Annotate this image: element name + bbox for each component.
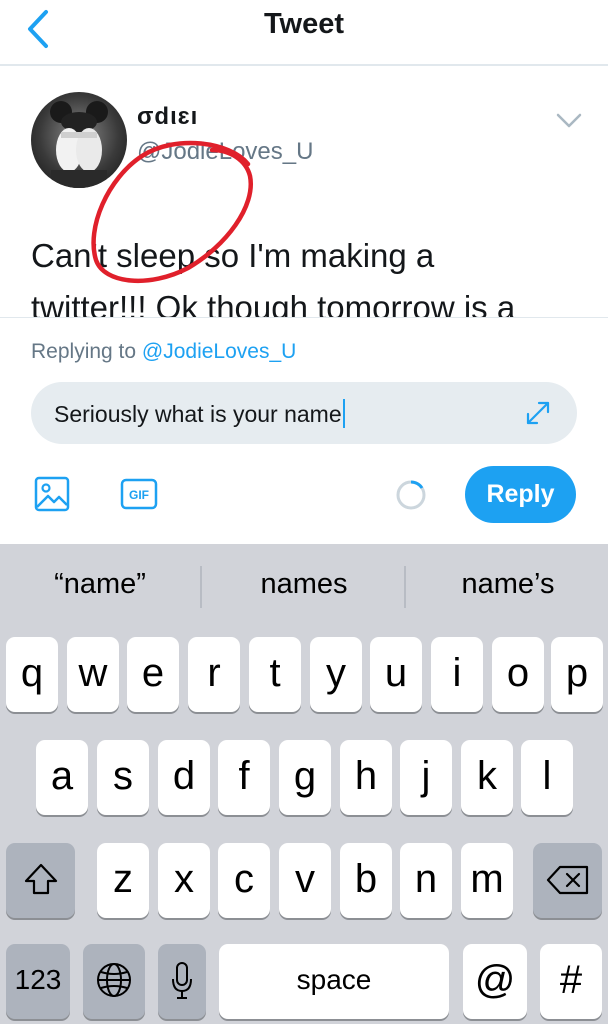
replying-to: Replying to @JodieLoves_U xyxy=(31,340,296,364)
user-handle[interactable]: @JodieLoves_U xyxy=(137,138,313,166)
key-j[interactable]: j xyxy=(400,740,452,815)
shift-key[interactable] xyxy=(6,843,75,918)
key-r[interactable]: r xyxy=(188,637,240,712)
globe-key[interactable] xyxy=(83,944,145,1019)
text-cursor xyxy=(342,399,345,428)
backspace-key[interactable] xyxy=(533,843,602,918)
replying-prefix: Replying to xyxy=(31,340,142,363)
key-y[interactable]: y xyxy=(310,637,362,712)
key-b[interactable]: b xyxy=(340,843,392,918)
key-q[interactable]: q xyxy=(6,637,58,712)
space-key[interactable]: space xyxy=(219,944,449,1019)
tweet-text-line: twitter!!! Ok though tomorrow is a xyxy=(31,289,516,318)
globe-icon xyxy=(97,963,131,997)
suggestion-item[interactable]: names xyxy=(204,568,404,601)
replying-handle[interactable]: @JodieLoves_U xyxy=(142,340,296,363)
key-k[interactable]: k xyxy=(461,740,513,815)
reply-input[interactable]: Seriously what is your name xyxy=(31,382,577,444)
reply-button[interactable]: Reply xyxy=(465,466,576,523)
key-t[interactable]: t xyxy=(249,637,301,712)
key-v[interactable]: v xyxy=(279,843,331,918)
key-i[interactable]: i xyxy=(431,637,483,712)
display-name[interactable]: σdιɛı xyxy=(137,103,198,131)
suggestion-divider xyxy=(404,566,406,608)
nav-bar: Tweet xyxy=(0,0,608,66)
gif-button[interactable]: GIF xyxy=(120,478,158,510)
original-tweet[interactable]: σdιɛı @JodieLoves_U Can't sleep so I'm m… xyxy=(0,68,608,318)
key-x[interactable]: x xyxy=(158,843,210,918)
page-title: Tweet xyxy=(263,8,345,40)
backspace-icon xyxy=(546,865,588,895)
key-f[interactable]: f xyxy=(218,740,270,815)
suggestion-item[interactable]: “name” xyxy=(0,568,200,601)
keyboard: “name” names name’s q w e r t y u i o p … xyxy=(0,544,608,1024)
microphone-icon xyxy=(172,962,192,999)
at-key[interactable]: @ xyxy=(463,944,527,1019)
key-o[interactable]: o xyxy=(492,637,544,712)
key-e[interactable]: e xyxy=(127,637,179,712)
key-p[interactable]: p xyxy=(551,637,603,712)
tweet-text: Can't sleep so I'm making a twitter!!! O… xyxy=(31,230,591,318)
key-z[interactable]: z xyxy=(97,843,149,918)
suggestion-divider xyxy=(200,566,202,608)
key-s[interactable]: s xyxy=(97,740,149,815)
key-m[interactable]: m xyxy=(461,843,513,918)
key-w[interactable]: w xyxy=(67,637,119,712)
key-d[interactable]: d xyxy=(158,740,210,815)
key-g[interactable]: g xyxy=(279,740,331,815)
expand-icon[interactable] xyxy=(523,398,553,428)
dictation-key[interactable] xyxy=(158,944,206,1019)
key-n[interactable]: n xyxy=(400,843,452,918)
key-l[interactable]: l xyxy=(521,740,573,815)
shift-icon xyxy=(24,863,57,895)
numbers-key[interactable]: 123 xyxy=(6,944,70,1019)
character-counter-icon xyxy=(396,480,426,510)
gif-icon-label: GIF xyxy=(129,488,149,502)
hash-key[interactable]: # xyxy=(540,944,602,1019)
key-h[interactable]: h xyxy=(340,740,392,815)
key-c[interactable]: c xyxy=(218,843,270,918)
predictive-bar: “name” names name’s xyxy=(0,544,608,629)
key-a[interactable]: a xyxy=(36,740,88,815)
avatar[interactable] xyxy=(31,92,127,188)
key-u[interactable]: u xyxy=(370,637,422,712)
suggestion-item[interactable]: name’s xyxy=(408,568,608,601)
chevron-down-icon[interactable] xyxy=(556,112,582,130)
image-icon[interactable] xyxy=(34,476,70,512)
reply-input-value: Seriously what is your name xyxy=(54,401,342,427)
tweet-text-line: Can't sleep so I'm making a xyxy=(31,237,435,274)
